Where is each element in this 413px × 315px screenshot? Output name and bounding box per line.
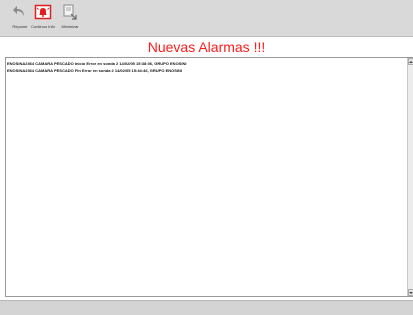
undo-arrow-icon (13, 6, 24, 16)
chevron-up-icon (409, 60, 413, 63)
list-item[interactable]: ENOSINA2364 CAMARA PESCADO Fin Error en … (7, 67, 406, 74)
minimizar-button[interactable]: Minimizar (55, 3, 85, 33)
alarm-bell-icon (34, 4, 52, 20)
alarm-list[interactable]: ENOSINA2364 CAMARA PESCADO Inicio Error … (5, 57, 413, 297)
reponer-label: Reponer (12, 24, 28, 29)
scroll-up-button[interactable] (408, 58, 413, 65)
continuo-info-button[interactable]: Continuo Info (28, 3, 58, 33)
status-bar (0, 300, 413, 315)
alarm-window: Reponer Continuo Info Minimizar Nuevas A… (0, 0, 413, 315)
minimizar-label: Minimizar (61, 24, 79, 29)
list-item[interactable]: ENOSINA2364 CAMARA PESCADO Inicio Error … (7, 60, 406, 67)
page-title: Nuevas Alarmas !!! (147, 39, 266, 55)
alarm-list-content: ENOSINA2364 CAMARA PESCADO Inicio Error … (7, 60, 406, 74)
scroll-down-button[interactable] (408, 289, 413, 296)
continuo-info-label: Continuo Info (31, 24, 55, 29)
minimize-window-icon (63, 4, 77, 20)
toolbar: Reponer Continuo Info Minimizar (0, 0, 413, 37)
chevron-down-icon (409, 291, 413, 294)
vertical-scrollbar[interactable] (407, 58, 413, 296)
